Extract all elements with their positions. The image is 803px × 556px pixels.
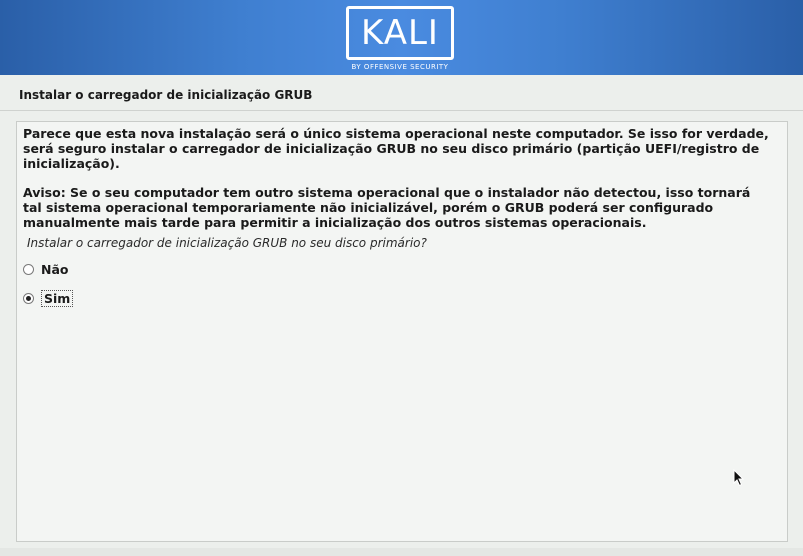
mouse-pointer-icon: [733, 469, 745, 487]
page-title: Instalar o carregador de inicialização G…: [19, 88, 313, 102]
option-sim[interactable]: Sim: [23, 290, 74, 307]
footer-strip: [0, 548, 803, 556]
logo-subtitle: BY OFFENSIVE SECURITY: [351, 63, 449, 71]
kali-banner: KALI BY OFFENSIVE SECURITY: [0, 0, 803, 75]
info-message: Parece que esta nova instalação será o ú…: [23, 126, 769, 171]
option-label: Não: [41, 262, 69, 277]
option-nao[interactable]: Não: [23, 262, 68, 277]
kali-logo: KALI: [346, 6, 454, 60]
option-label: Sim: [41, 290, 74, 307]
divider: [0, 110, 803, 111]
question-label: Instalar o carregador de inicialização G…: [27, 236, 427, 250]
logo-text: KALI: [361, 13, 439, 53]
radio-button-selected[interactable]: [23, 293, 34, 304]
warning-message: Aviso: Se o seu computador tem outro sis…: [23, 185, 751, 230]
radio-button[interactable]: [23, 264, 34, 275]
